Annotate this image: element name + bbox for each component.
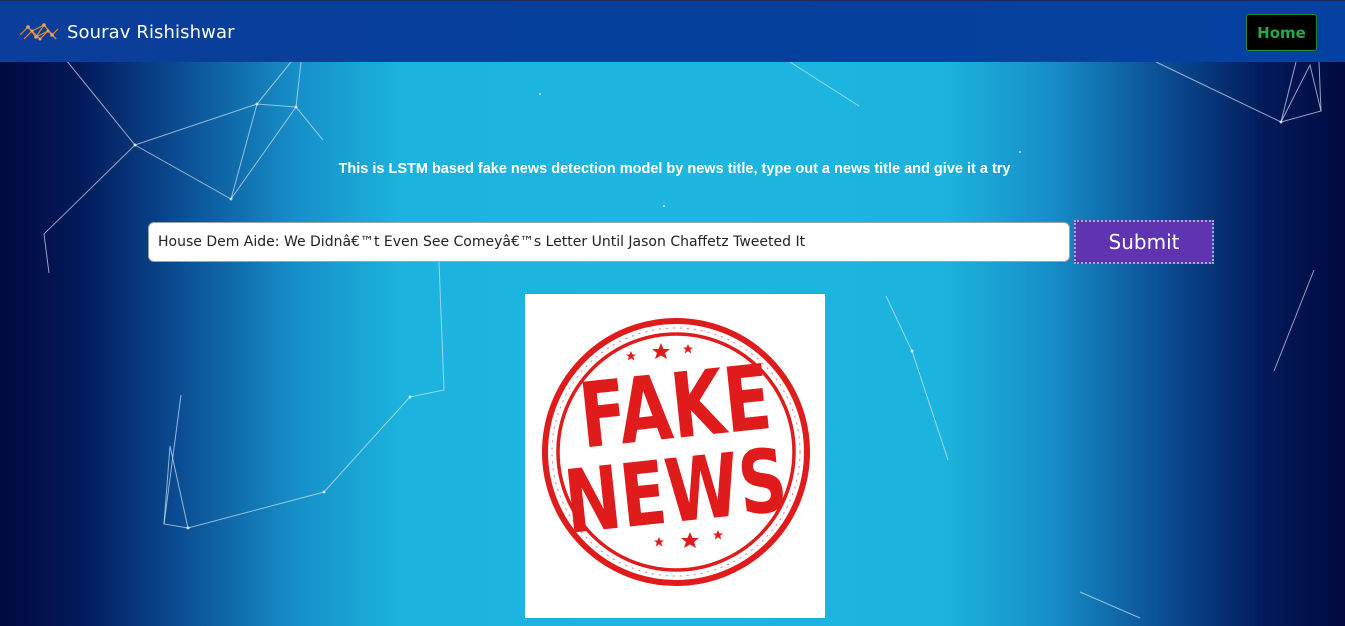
submit-button[interactable]: Submit <box>1074 220 1214 264</box>
home-button[interactable]: Home <box>1246 14 1317 51</box>
page-tagline: This is LSTM based fake news detection m… <box>338 161 1011 177</box>
network-graph-icon <box>18 19 60 45</box>
navbar: Sourav Rishishwar Home <box>0 0 1345 62</box>
fake-news-stamp: FAKE NEWS <box>542 318 810 586</box>
brand-name: Sourav Rishishwar <box>67 21 235 43</box>
brand[interactable]: Sourav Rishishwar <box>18 19 235 45</box>
news-title-input[interactable] <box>148 222 1070 262</box>
result-image: FAKE NEWS <box>525 294 825 618</box>
